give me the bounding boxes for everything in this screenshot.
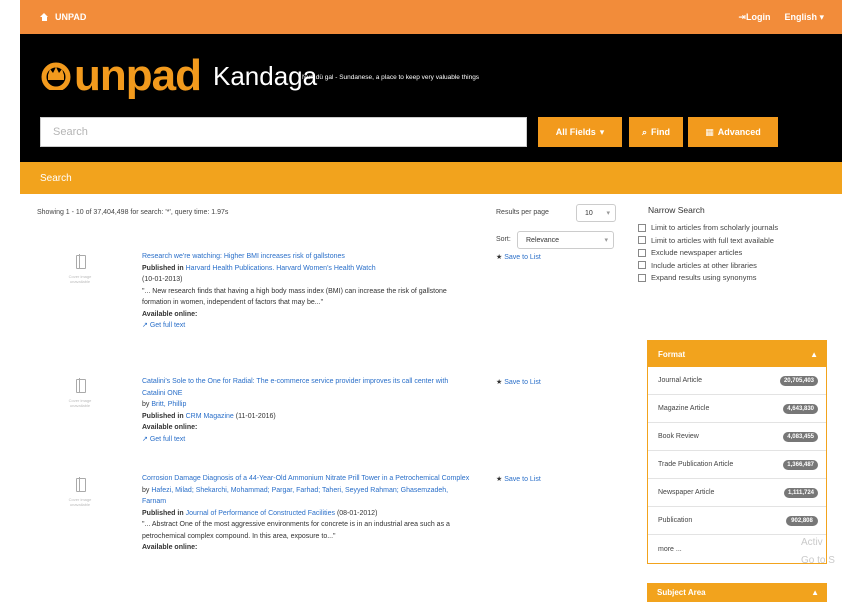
result-title[interactable]: Research we're watching: Higher BMI incr… xyxy=(142,251,472,263)
site-logo[interactable]: unpad Kandaga xyxy=(40,54,317,98)
site-header: unpad Kandaga Nun dü gal - Sundanese, a … xyxy=(20,34,842,162)
available-label: Available online: xyxy=(142,310,198,318)
search-input[interactable]: Search xyxy=(40,117,527,147)
language-dropdown[interactable]: English ▾ xyxy=(784,12,824,23)
search-icon: ⌕ xyxy=(641,126,648,137)
chevron-up-icon: ▲ xyxy=(810,349,818,359)
result-title[interactable]: Catalini's Sole to the One for Radial: T… xyxy=(142,376,472,399)
journal-link[interactable]: CRM Magazine xyxy=(186,413,234,420)
format-facet: Format ▲ Journal Article 20,705,403 Magazi… xyxy=(647,340,827,564)
thumbnail-caption: Cover image unavailable xyxy=(68,497,92,508)
result-thumbnail[interactable]: Cover image unavailable xyxy=(58,378,102,419)
journal-link[interactable]: Journal of Performance of Constructed Fa… xyxy=(186,510,335,517)
chevron-down-icon: ▾ xyxy=(599,126,605,137)
star-icon: ★ xyxy=(496,254,503,261)
advanced-icon: ▦ xyxy=(705,126,714,137)
top-bar: UNPAD ⇥Login English ▾ xyxy=(20,0,842,34)
result-snippet: "... Abstract One of the most aggressive… xyxy=(142,521,450,540)
breadcrumb: Search xyxy=(20,162,842,194)
facet-item[interactable]: Newspaper Article 1,111,724 xyxy=(648,479,826,507)
page: UNPAD ⇥Login English ▾ unpad Kandaga Nun… xyxy=(20,0,842,602)
checkbox[interactable] xyxy=(638,261,646,269)
checkbox[interactable] xyxy=(638,236,646,244)
save-to-list-link[interactable]: ★ Save to List xyxy=(496,253,541,261)
result-item: Catalini's Sole to the One for Radial: T… xyxy=(142,376,472,445)
external-link-icon: ↗ xyxy=(142,435,148,443)
search-placeholder: Search xyxy=(53,126,88,138)
checkbox-scholarly[interactable]: Limit to articles from scholarly journal… xyxy=(638,222,818,233)
facet-item[interactable]: Magazine Article 4,643,830 xyxy=(648,395,826,423)
result-item: Research we're watching: Higher BMI incr… xyxy=(142,251,472,332)
thumbnail-caption: Cover image unavailable xyxy=(68,398,92,409)
search-scope-dropdown[interactable]: All Fields ▾ xyxy=(538,117,622,147)
result-thumbnail[interactable]: Cover image unavailable xyxy=(58,254,102,295)
fulltext-link[interactable]: ↗ Get full text xyxy=(142,320,472,332)
book-icon xyxy=(76,254,86,269)
facet-more-link[interactable]: more ... xyxy=(648,535,826,563)
fulltext-link[interactable]: ↗ Get full text xyxy=(142,434,472,446)
count-badge: 1,366,487 xyxy=(783,459,818,470)
home-icon xyxy=(40,13,49,21)
save-to-list-link[interactable]: ★ Save to List xyxy=(496,475,541,483)
os-activation-watermark: Activ Go to S xyxy=(801,537,835,566)
sort-select[interactable]: Relevance ▾ xyxy=(517,231,614,249)
book-icon xyxy=(76,378,86,393)
facet-item[interactable]: Journal Article 20,705,403 xyxy=(648,367,826,395)
count-badge: 4,643,830 xyxy=(783,403,818,414)
per-page-label: Results per page xyxy=(496,209,549,216)
sort-label: Sort: xyxy=(496,236,511,243)
result-item: Corrosion Damage Diagnosis of a 44-Year-… xyxy=(142,473,472,554)
narrow-search-title: Narrow Search xyxy=(648,205,705,215)
count-badge: 20,705,403 xyxy=(779,375,818,386)
chevron-down-icon: ▾ xyxy=(606,210,610,217)
available-label: Available online: xyxy=(142,424,198,431)
login-link[interactable]: ⇥Login xyxy=(738,12,770,23)
star-icon: ★ xyxy=(496,379,503,386)
checkbox-exclude-newspaper[interactable]: Exclude newspaper articles xyxy=(638,247,818,258)
save-to-list-link[interactable]: ★ Save to List xyxy=(496,378,541,386)
result-thumbnail[interactable]: Cover image unavailable xyxy=(58,477,102,518)
journal-link[interactable]: Harvard Health Publications. Harvard Wom… xyxy=(186,265,376,272)
checkbox[interactable] xyxy=(638,273,646,282)
advanced-search-button[interactable]: ▦ Advanced xyxy=(688,117,778,147)
logo-wordmark: unpad xyxy=(74,51,202,100)
facet-item[interactable]: Publication 902,808 xyxy=(648,507,826,535)
checkbox[interactable] xyxy=(638,248,646,257)
star-icon: ★ xyxy=(496,476,503,483)
external-link-icon: ↗ xyxy=(142,322,148,329)
home-label: UNPAD xyxy=(55,12,87,22)
chevron-down-icon: ▾ xyxy=(604,237,608,244)
crown-logo-icon xyxy=(41,62,71,90)
count-badge: 4,083,455 xyxy=(783,431,818,442)
results-count: Showing 1 - 10 of 37,404,498 for search:… xyxy=(37,209,229,216)
author-link[interactable]: Hafezi, Milad; Shekarchi, Mohammad; Parg… xyxy=(142,487,448,506)
result-snippet: "... New research finds that having a hi… xyxy=(142,287,447,307)
author-link[interactable]: Britt, Phillip xyxy=(151,401,186,408)
chevron-up-icon: ▲ xyxy=(811,588,819,597)
thumbnail-caption: Cover image unavailable xyxy=(68,274,92,285)
breadcrumb-current: Search xyxy=(40,172,72,184)
count-badge: 1,111,724 xyxy=(783,487,818,498)
available-label: Available online: xyxy=(142,544,198,551)
facet-item[interactable]: Trade Publication Article 1,366,487 xyxy=(648,451,826,479)
checkbox[interactable] xyxy=(638,223,646,232)
checkbox-other-libraries[interactable]: Include articles at other libraries xyxy=(638,260,818,271)
subject-facet-header[interactable]: Subject Area ▲ xyxy=(647,583,827,602)
facet-item[interactable]: Book Review 4,083,455 xyxy=(648,423,826,451)
book-icon xyxy=(76,477,86,492)
format-facet-header[interactable]: Format ▲ xyxy=(648,341,826,367)
tagline: Nun dü gal - Sundanese, a place to keep … xyxy=(302,74,480,81)
home-link[interactable]: UNPAD xyxy=(40,12,86,22)
per-page-select[interactable]: 10 ▾ xyxy=(576,204,616,222)
narrow-search-options: Limit to articles from scholarly journal… xyxy=(638,222,818,285)
checkbox-fulltext[interactable]: Limit to articles with full text availab… xyxy=(638,235,818,246)
find-button[interactable]: ⌕ Find xyxy=(629,117,683,147)
count-badge: 902,808 xyxy=(786,515,818,526)
checkbox-synonyms[interactable]: Expand results using synonyms xyxy=(638,272,818,283)
result-title[interactable]: Corrosion Damage Diagnosis of a 44-Year-… xyxy=(142,473,472,485)
result-date: (10-01-2013) xyxy=(142,276,183,283)
